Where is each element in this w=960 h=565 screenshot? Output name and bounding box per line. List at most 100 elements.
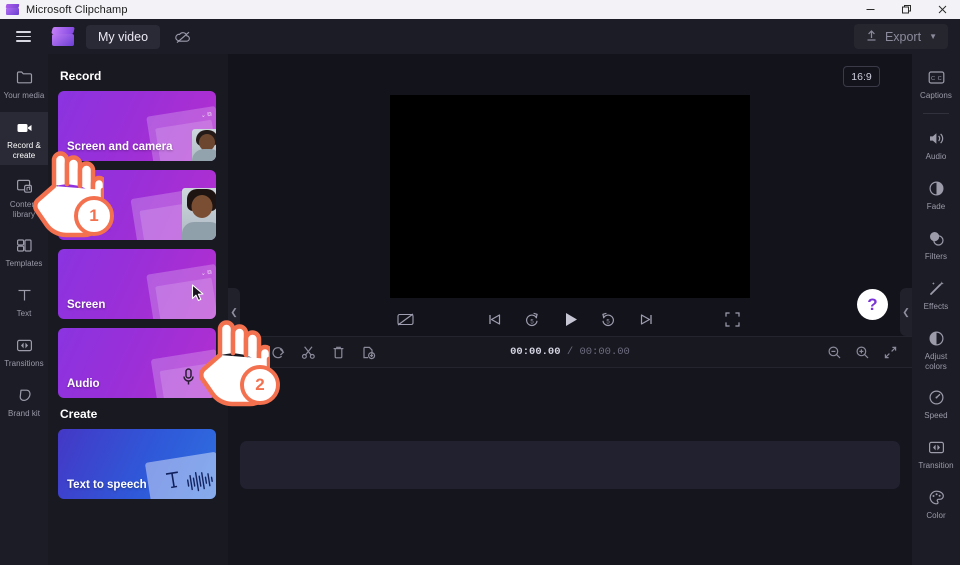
split-scissors-icon[interactable] bbox=[296, 340, 320, 364]
sidebar-item-text[interactable]: Text bbox=[0, 280, 48, 324]
sidebar-item-transitions[interactable]: Transitions bbox=[0, 330, 48, 374]
annotation-step-badge-1: 1 bbox=[74, 196, 114, 236]
tool-filters[interactable]: Filters bbox=[912, 223, 960, 267]
tool-effects[interactable]: Effects bbox=[912, 273, 960, 317]
tool-label: Fade bbox=[926, 202, 946, 212]
play-icon[interactable] bbox=[560, 309, 580, 329]
sidebar-item-brand-kit[interactable]: Brand kit bbox=[0, 380, 48, 424]
rewind-5-seconds-icon[interactable]: 5 bbox=[522, 309, 542, 329]
brand-kit-icon bbox=[15, 386, 34, 405]
panel-section-heading: Record bbox=[60, 69, 102, 83]
sidebar-item-your-media[interactable]: Your media bbox=[0, 62, 48, 106]
video-camera-icon bbox=[15, 118, 34, 137]
add-media-icon[interactable] bbox=[356, 340, 380, 364]
closed-captions-icon: C C bbox=[927, 68, 946, 87]
sidebar-label: Your media bbox=[3, 91, 45, 101]
transition-icon bbox=[927, 438, 946, 457]
record-and-create-panel: Record ⌄ ⧉ Screen and camera ⌄ ⧉ Screen … bbox=[48, 54, 228, 565]
window-controls bbox=[852, 0, 960, 19]
player-controls: 5 5 bbox=[228, 302, 912, 336]
hamburger-menu-icon[interactable] bbox=[6, 20, 40, 54]
right-properties-rail: C C Captions Audio Fade Filters Effects … bbox=[912, 54, 960, 565]
chevron-left-icon: ❮ bbox=[902, 306, 910, 317]
skip-next-icon[interactable] bbox=[636, 309, 656, 329]
delete-trash-icon[interactable] bbox=[326, 340, 350, 364]
upload-arrow-icon bbox=[865, 29, 878, 45]
zoom-out-icon[interactable] bbox=[822, 340, 846, 364]
timeline-body[interactable] bbox=[228, 368, 912, 565]
tool-label: Captions bbox=[920, 91, 952, 101]
app-icon bbox=[5, 3, 20, 16]
current-time: 00:00.00 bbox=[510, 346, 561, 358]
text-to-speech-art bbox=[144, 451, 216, 499]
chevron-down-icon: ▼ bbox=[929, 32, 937, 41]
folder-icon bbox=[15, 68, 34, 87]
minimize-button[interactable] bbox=[852, 0, 888, 19]
magic-wand-icon bbox=[927, 279, 946, 298]
export-button[interactable]: Export ▼ bbox=[853, 24, 948, 49]
clipchamp-logo-icon bbox=[50, 26, 76, 48]
collapse-right-panel-button[interactable]: ❮ bbox=[900, 288, 912, 336]
color-palette-icon bbox=[927, 488, 946, 507]
export-label: Export bbox=[884, 29, 922, 44]
aspect-ratio-button[interactable]: 16:9 bbox=[843, 66, 880, 87]
tool-speed[interactable]: Speed bbox=[912, 382, 960, 426]
screen-record-card[interactable]: ⌄ ⧉ Screen bbox=[58, 249, 216, 319]
annotation-step-badge-2: 2 bbox=[240, 365, 280, 405]
left-nav-rail: Your media Record & create Content libra… bbox=[0, 54, 48, 565]
svg-text:C: C bbox=[930, 76, 934, 82]
tool-label: Adjust colors bbox=[924, 352, 948, 371]
speedometer-icon bbox=[927, 388, 946, 407]
camera-art bbox=[130, 182, 216, 240]
tool-audio[interactable]: Audio bbox=[912, 123, 960, 167]
video-preview[interactable] bbox=[390, 95, 750, 298]
tool-label: Speed bbox=[924, 411, 948, 421]
timeline-zoom-controls bbox=[822, 340, 912, 364]
sidebar-label: Transitions bbox=[4, 359, 44, 369]
skip-previous-icon[interactable] bbox=[484, 309, 504, 329]
tool-transition[interactable]: Transition bbox=[912, 432, 960, 476]
sidebar-label: Text bbox=[16, 309, 32, 319]
rail-divider bbox=[923, 113, 949, 114]
timeline-track[interactable] bbox=[240, 441, 900, 489]
speaker-icon bbox=[927, 129, 946, 148]
svg-text:5: 5 bbox=[606, 319, 610, 325]
help-button[interactable]: ? bbox=[857, 289, 888, 320]
title-bar: Microsoft Clipchamp bbox=[0, 0, 960, 19]
tool-label: Audio bbox=[925, 152, 947, 162]
timeline-toolbar: 00:00.00 / 00:00.00 bbox=[228, 336, 912, 368]
captions-off-icon[interactable] bbox=[395, 309, 415, 329]
contrast-circle-icon bbox=[927, 329, 946, 348]
filters-overlap-icon bbox=[927, 229, 946, 248]
transitions-icon bbox=[15, 336, 34, 355]
preview-stage: 16:9 5 5 bbox=[228, 54, 912, 336]
svg-text:C: C bbox=[937, 76, 941, 82]
time-separator: / bbox=[560, 346, 580, 358]
zoom-in-icon[interactable] bbox=[850, 340, 874, 364]
cloud-off-icon[interactable] bbox=[172, 26, 194, 48]
tool-adjust-colors[interactable]: Adjust colors bbox=[912, 323, 960, 376]
clipchamp-window: Microsoft Clipchamp My video Export ▼ Yo… bbox=[0, 0, 960, 565]
text-t-icon bbox=[15, 286, 34, 305]
sidebar-label: Brand kit bbox=[7, 409, 41, 419]
card-label: Audio bbox=[67, 378, 100, 390]
tool-captions[interactable]: C C Captions bbox=[912, 62, 960, 106]
text-to-speech-card[interactable]: Text to speech bbox=[58, 429, 216, 499]
tool-fade[interactable]: Fade bbox=[912, 173, 960, 217]
maximize-button[interactable] bbox=[888, 0, 924, 19]
project-name-input[interactable]: My video bbox=[86, 24, 161, 49]
tool-label: Color bbox=[926, 511, 946, 521]
tool-color[interactable]: Color bbox=[912, 482, 960, 526]
mouse-pointer-icon bbox=[191, 284, 206, 307]
fade-circle-icon bbox=[927, 179, 946, 198]
fit-to-screen-icon[interactable] bbox=[878, 340, 902, 364]
forward-5-seconds-icon[interactable]: 5 bbox=[598, 309, 618, 329]
card-label: Text to speech bbox=[67, 479, 147, 491]
total-time: 00:00.00 bbox=[579, 346, 630, 358]
screen-art: ⌄ ⧉ bbox=[144, 261, 216, 319]
timeline-timecode: 00:00.00 / 00:00.00 bbox=[510, 346, 630, 358]
tool-label: Filters bbox=[924, 252, 948, 262]
card-label: Screen bbox=[67, 299, 106, 311]
close-button[interactable] bbox=[924, 0, 960, 19]
fullscreen-icon[interactable] bbox=[722, 309, 742, 329]
